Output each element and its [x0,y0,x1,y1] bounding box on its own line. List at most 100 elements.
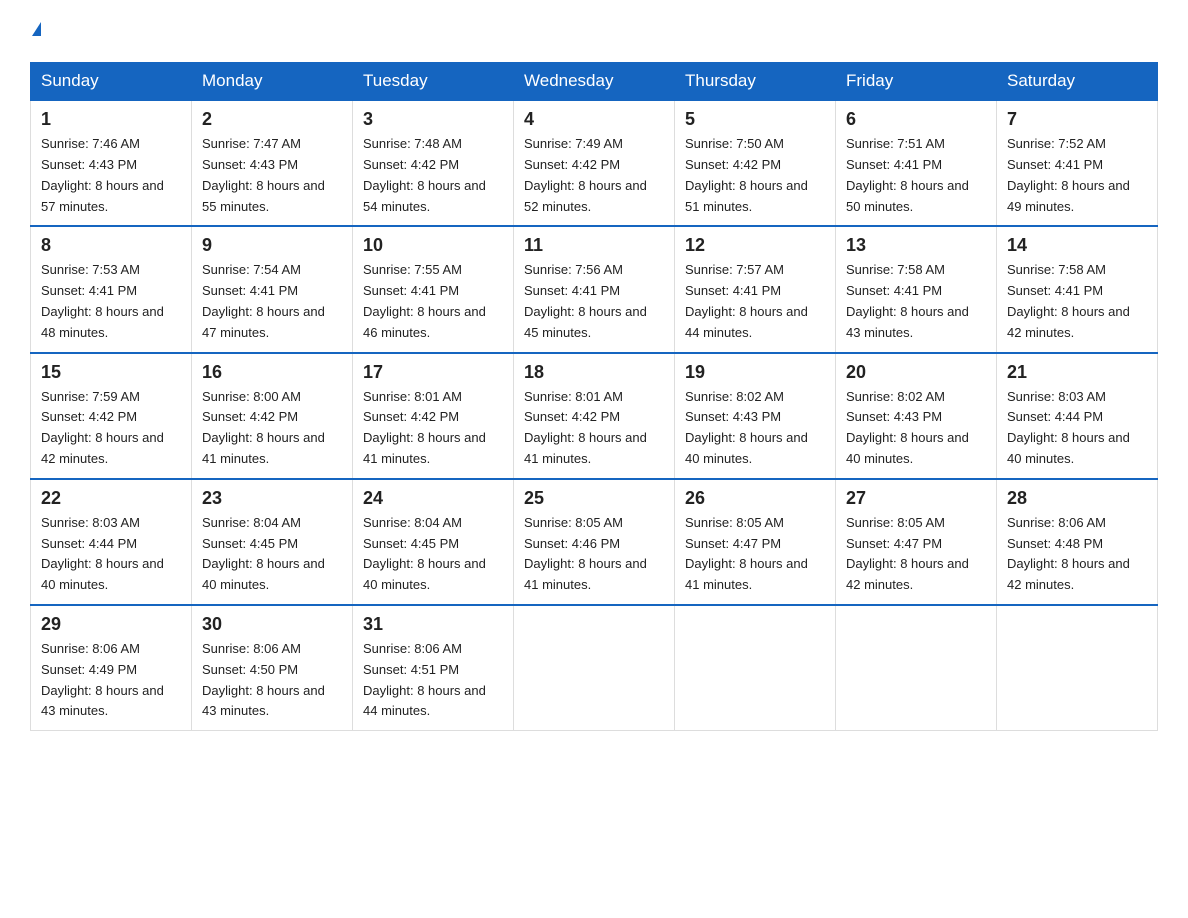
calendar-cell: 31 Sunrise: 8:06 AMSunset: 4:51 PMDayligh… [353,605,514,731]
day-number: 15 [41,362,181,383]
day-number: 25 [524,488,664,509]
day-info: Sunrise: 8:05 AMSunset: 4:46 PMDaylight:… [524,513,664,596]
day-number: 16 [202,362,342,383]
day-number: 5 [685,109,825,130]
day-number: 1 [41,109,181,130]
day-info: Sunrise: 7:55 AMSunset: 4:41 PMDaylight:… [363,260,503,343]
page-header [30,20,1158,44]
day-info: Sunrise: 7:47 AMSunset: 4:43 PMDaylight:… [202,134,342,217]
day-info: Sunrise: 7:57 AMSunset: 4:41 PMDaylight:… [685,260,825,343]
calendar-cell: 5 Sunrise: 7:50 AMSunset: 4:42 PMDaylight… [675,100,836,226]
day-number: 8 [41,235,181,256]
day-number: 17 [363,362,503,383]
calendar-cell: 10 Sunrise: 7:55 AMSunset: 4:41 PMDayligh… [353,226,514,352]
calendar-cell: 22 Sunrise: 8:03 AMSunset: 4:44 PMDayligh… [31,479,192,605]
day-info: Sunrise: 7:51 AMSunset: 4:41 PMDaylight:… [846,134,986,217]
calendar-cell [675,605,836,731]
calendar-cell: 6 Sunrise: 7:51 AMSunset: 4:41 PMDaylight… [836,100,997,226]
day-number: 28 [1007,488,1147,509]
calendar-cell: 23Sunrise: 8:04 AMSunset: 4:45 PMDayligh… [192,479,353,605]
day-number: 7 [1007,109,1147,130]
calendar-cell: 14 Sunrise: 7:58 AMSunset: 4:41 PMDayligh… [997,226,1158,352]
day-info: Sunrise: 8:03 AMSunset: 4:44 PMDaylight:… [1007,387,1147,470]
day-info: Sunrise: 7:58 AMSunset: 4:41 PMDaylight:… [846,260,986,343]
logo [30,20,41,44]
day-info: Sunrise: 8:06 AMSunset: 4:48 PMDaylight:… [1007,513,1147,596]
day-number: 30 [202,614,342,635]
calendar-cell: 11Sunrise: 7:56 AMSunset: 4:41 PMDayligh… [514,226,675,352]
day-info: Sunrise: 7:56 AMSunset: 4:41 PMDaylight:… [524,260,664,343]
day-number: 3 [363,109,503,130]
column-header-friday: Friday [836,63,997,101]
day-number: 27 [846,488,986,509]
calendar-cell: 15 Sunrise: 7:59 AMSunset: 4:42 PMDayligh… [31,353,192,479]
day-info: Sunrise: 8:00 AMSunset: 4:42 PMDaylight:… [202,387,342,470]
calendar-table: SundayMondayTuesdayWednesdayThursdayFrid… [30,62,1158,731]
calendar-cell: 2 Sunrise: 7:47 AMSunset: 4:43 PMDaylight… [192,100,353,226]
calendar-cell: 8 Sunrise: 7:53 AMSunset: 4:41 PMDaylight… [31,226,192,352]
day-number: 21 [1007,362,1147,383]
calendar-cell [997,605,1158,731]
calendar-cell: 17 Sunrise: 8:01 AMSunset: 4:42 PMDayligh… [353,353,514,479]
day-info: Sunrise: 8:03 AMSunset: 4:44 PMDaylight:… [41,513,181,596]
calendar-week-row: 29Sunrise: 8:06 AMSunset: 4:49 PMDayligh… [31,605,1158,731]
day-info: Sunrise: 7:58 AMSunset: 4:41 PMDaylight:… [1007,260,1147,343]
calendar-cell: 30 Sunrise: 8:06 AMSunset: 4:50 PMDayligh… [192,605,353,731]
day-info: Sunrise: 7:48 AMSunset: 4:42 PMDaylight:… [363,134,503,217]
day-info: Sunrise: 8:02 AMSunset: 4:43 PMDaylight:… [846,387,986,470]
day-number: 6 [846,109,986,130]
calendar-cell: 7 Sunrise: 7:52 AMSunset: 4:41 PMDaylight… [997,100,1158,226]
calendar-cell: 25 Sunrise: 8:05 AMSunset: 4:46 PMDayligh… [514,479,675,605]
calendar-cell: 18 Sunrise: 8:01 AMSunset: 4:42 PMDayligh… [514,353,675,479]
day-number: 14 [1007,235,1147,256]
day-info: Sunrise: 8:04 AMSunset: 4:45 PMDaylight:… [363,513,503,596]
day-info: Sunrise: 8:01 AMSunset: 4:42 PMDaylight:… [363,387,503,470]
day-info: Sunrise: 8:01 AMSunset: 4:42 PMDaylight:… [524,387,664,470]
day-number: 18 [524,362,664,383]
calendar-cell: 27 Sunrise: 8:05 AMSunset: 4:47 PMDayligh… [836,479,997,605]
day-info: Sunrise: 8:06 AMSunset: 4:51 PMDaylight:… [363,639,503,722]
calendar-cell: 4 Sunrise: 7:49 AMSunset: 4:42 PMDaylight… [514,100,675,226]
day-info: Sunrise: 7:54 AMSunset: 4:41 PMDaylight:… [202,260,342,343]
calendar-cell: 9 Sunrise: 7:54 AMSunset: 4:41 PMDaylight… [192,226,353,352]
column-header-saturday: Saturday [997,63,1158,101]
day-number: 9 [202,235,342,256]
calendar-cell: 1 Sunrise: 7:46 AMSunset: 4:43 PMDaylight… [31,100,192,226]
calendar-week-row: 22 Sunrise: 8:03 AMSunset: 4:44 PMDayligh… [31,479,1158,605]
day-number: 12 [685,235,825,256]
day-number: 24 [363,488,503,509]
day-info: Sunrise: 7:53 AMSunset: 4:41 PMDaylight:… [41,260,181,343]
day-info: Sunrise: 8:04 AMSunset: 4:45 PMDaylight:… [202,513,342,596]
calendar-week-row: 8 Sunrise: 7:53 AMSunset: 4:41 PMDaylight… [31,226,1158,352]
calendar-cell: 28 Sunrise: 8:06 AMSunset: 4:48 PMDayligh… [997,479,1158,605]
calendar-cell: 16 Sunrise: 8:00 AMSunset: 4:42 PMDayligh… [192,353,353,479]
day-info: Sunrise: 7:50 AMSunset: 4:42 PMDaylight:… [685,134,825,217]
column-header-tuesday: Tuesday [353,63,514,101]
calendar-cell: 3 Sunrise: 7:48 AMSunset: 4:42 PMDaylight… [353,100,514,226]
column-header-wednesday: Wednesday [514,63,675,101]
calendar-cell: 26Sunrise: 8:05 AMSunset: 4:47 PMDayligh… [675,479,836,605]
calendar-cell: 12 Sunrise: 7:57 AMSunset: 4:41 PMDayligh… [675,226,836,352]
day-info: Sunrise: 8:06 AMSunset: 4:49 PMDaylight:… [41,639,181,722]
day-number: 26 [685,488,825,509]
day-number: 22 [41,488,181,509]
day-info: Sunrise: 7:52 AMSunset: 4:41 PMDaylight:… [1007,134,1147,217]
column-header-thursday: Thursday [675,63,836,101]
day-info: Sunrise: 7:46 AMSunset: 4:43 PMDaylight:… [41,134,181,217]
logo-triangle-icon [32,22,41,36]
day-number: 2 [202,109,342,130]
day-info: Sunrise: 8:06 AMSunset: 4:50 PMDaylight:… [202,639,342,722]
day-info: Sunrise: 7:49 AMSunset: 4:42 PMDaylight:… [524,134,664,217]
day-number: 31 [363,614,503,635]
day-info: Sunrise: 7:59 AMSunset: 4:42 PMDaylight:… [41,387,181,470]
calendar-cell: 20Sunrise: 8:02 AMSunset: 4:43 PMDayligh… [836,353,997,479]
day-number: 10 [363,235,503,256]
calendar-header-row: SundayMondayTuesdayWednesdayThursdayFrid… [31,63,1158,101]
column-header-monday: Monday [192,63,353,101]
day-info: Sunrise: 8:05 AMSunset: 4:47 PMDaylight:… [846,513,986,596]
calendar-cell: 19Sunrise: 8:02 AMSunset: 4:43 PMDayligh… [675,353,836,479]
calendar-cell: 29Sunrise: 8:06 AMSunset: 4:49 PMDayligh… [31,605,192,731]
day-number: 19 [685,362,825,383]
day-number: 4 [524,109,664,130]
calendar-cell: 13Sunrise: 7:58 AMSunset: 4:41 PMDayligh… [836,226,997,352]
